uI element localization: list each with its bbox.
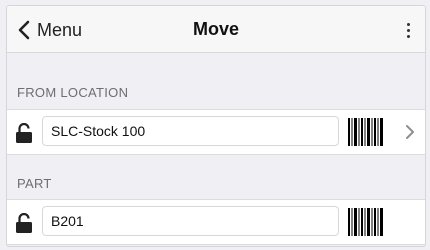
- barcode-icon[interactable]: [348, 208, 383, 236]
- chevron-left-icon: [18, 20, 30, 40]
- barcode-icon[interactable]: [348, 118, 383, 146]
- from-location-field[interactable]: SLC-Stock 100: [42, 116, 339, 146]
- unlocked-padlock-icon[interactable]: [15, 213, 33, 233]
- back-button-label[interactable]: Menu: [37, 20, 82, 40]
- chevron-right-icon[interactable]: [405, 124, 415, 140]
- page-title: Move: [192, 19, 239, 39]
- navigation-bar: Menu Move: [7, 6, 425, 53]
- from-location-row: SLC-Stock 100: [7, 109, 425, 155]
- unlocked-padlock-icon[interactable]: [15, 123, 33, 143]
- back-button[interactable]: Menu: [17, 18, 82, 42]
- part-field[interactable]: B201: [42, 206, 339, 236]
- move-screen: Menu Move FROM LOCATION SLC-Stock 100 PA…: [6, 5, 426, 247]
- from-location-section-label: FROM LOCATION: [17, 85, 129, 100]
- more-vertical-icon[interactable]: [403, 20, 413, 40]
- part-section-label: PART: [17, 176, 52, 191]
- part-row: B201: [7, 199, 425, 245]
